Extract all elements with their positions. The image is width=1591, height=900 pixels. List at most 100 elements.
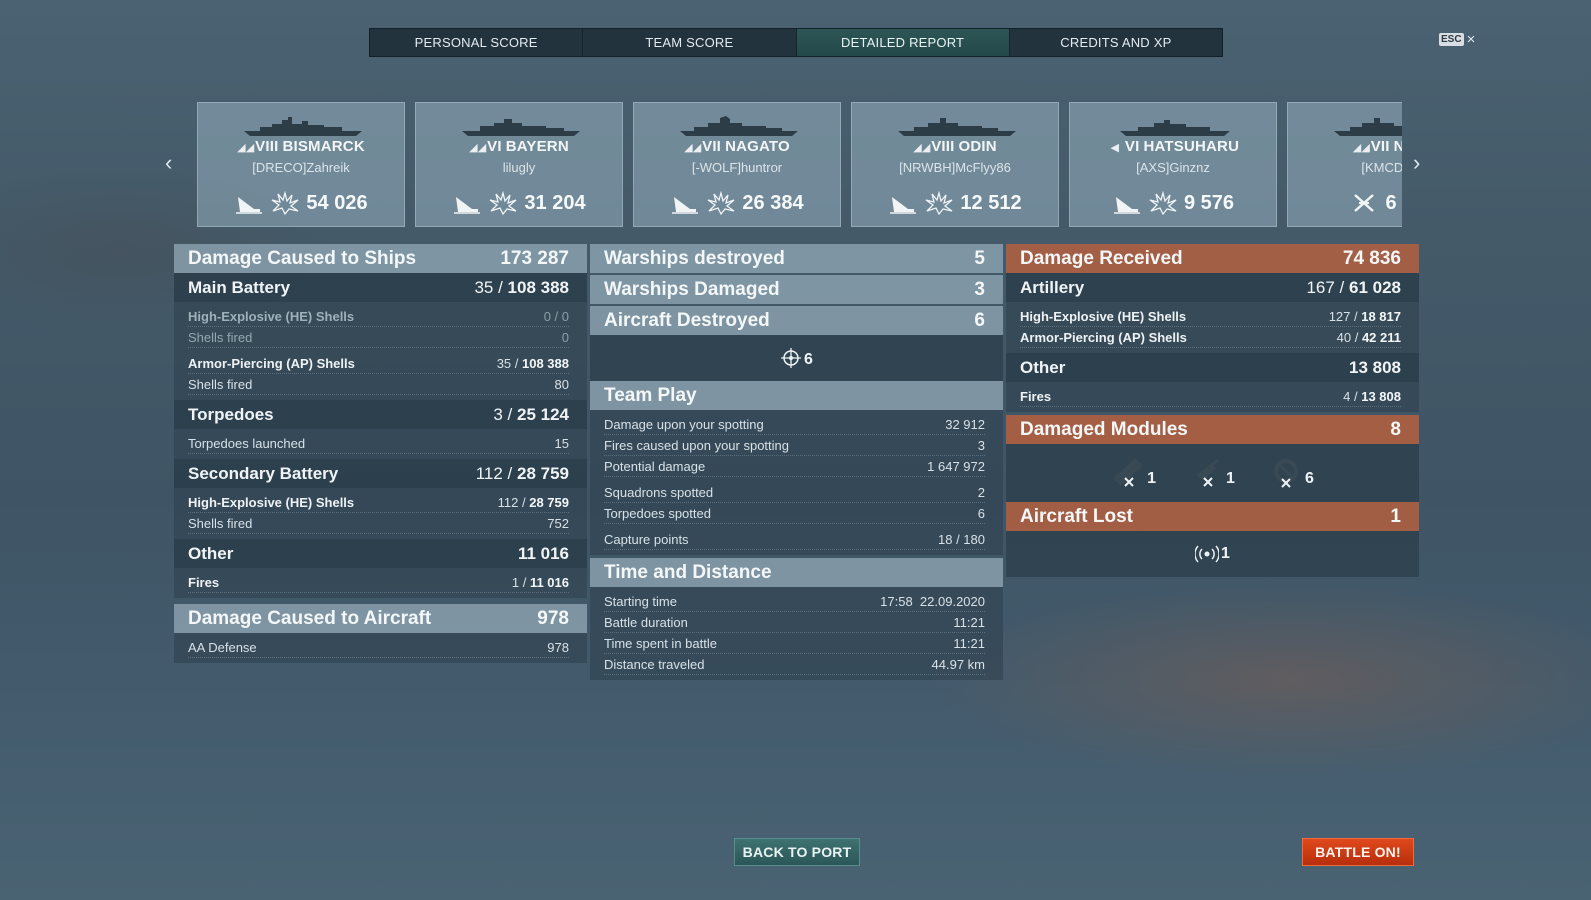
aa-mount-icon bbox=[1273, 459, 1298, 488]
ship-silhouette-icon bbox=[1334, 118, 1402, 136]
ship-name: ◢◢VI BAYERN bbox=[469, 138, 569, 155]
damage-burst-icon bbox=[926, 191, 953, 215]
warships-damaged-header: Warships Damaged 3 bbox=[590, 275, 1003, 304]
ship-stats: 12 512 bbox=[852, 191, 1058, 215]
stat-row: Torpedoes launched 15 bbox=[188, 433, 569, 454]
warships-destroyed-header: Warships destroyed 5 bbox=[590, 244, 1003, 273]
damage-received-column: Damage Received 74 836 Artillery 167 / 6… bbox=[1006, 244, 1419, 577]
ship-stats: 31 204 bbox=[416, 191, 622, 215]
tab-team-score[interactable]: TEAM SCORE bbox=[583, 29, 797, 56]
stat-row: Potential damage 1 647 972 bbox=[604, 456, 985, 477]
ship-sunk-icon bbox=[1113, 197, 1140, 214]
ship-card[interactable]: ◀ VI HATSUHARU [AXS]Ginznz 9 576 bbox=[1069, 102, 1277, 227]
section-value: 5 bbox=[974, 247, 985, 269]
aa-details: AA Defense 978 bbox=[174, 633, 587, 663]
section-title: Damage Caused to Ships bbox=[188, 247, 417, 269]
stat-row: High-Explosive (HE) Shells 127 / 18 817 bbox=[1020, 306, 1401, 327]
section-title: Warships Damaged bbox=[604, 278, 780, 300]
secondary-details: High-Explosive (HE) Shells 112 / 28 759 S… bbox=[174, 488, 587, 539]
stat-row: Battle duration 11:21 bbox=[604, 612, 985, 633]
section-value: 173 287 bbox=[500, 247, 569, 269]
report-tabs: PERSONAL SCORE TEAM SCORE DETAILED REPOR… bbox=[369, 28, 1223, 57]
subsection-value: 13 808 bbox=[1349, 357, 1401, 377]
kills-teamplay-column: Warships destroyed 5 Warships Damaged 3 … bbox=[590, 244, 1003, 680]
aa-kill-stat: 6 bbox=[780, 347, 813, 369]
ship-silhouette-icon bbox=[680, 116, 798, 136]
ship-stats: 26 384 bbox=[634, 191, 840, 215]
aircraft-destroyed-header: Aircraft Destroyed 6 bbox=[590, 306, 1003, 335]
battleship-class-icon: ◢◢ bbox=[237, 142, 255, 154]
damage-ships-header: Damage Caused to Ships 173 287 bbox=[174, 244, 587, 273]
subsection-value: 11 016 bbox=[517, 543, 569, 563]
battleship-class-icon: ◢◢ bbox=[469, 142, 487, 154]
turret-icon bbox=[1196, 458, 1219, 487]
time-distance-header: Time and Distance bbox=[590, 558, 1003, 587]
close-icon: × bbox=[1466, 31, 1476, 48]
stat-row: High-Explosive (HE) Shells 112 / 28 759 bbox=[188, 492, 569, 513]
carousel-prev-icon[interactable]: ‹ bbox=[165, 150, 172, 176]
section-title: Team Play bbox=[604, 384, 697, 406]
section-title: Aircraft Destroyed bbox=[604, 309, 770, 331]
section-title: Time and Distance bbox=[604, 561, 772, 583]
secondary-battery-header: Secondary Battery 112 / 28 759 bbox=[174, 459, 587, 488]
ship-card[interactable]: ◢◢VIII BISMARCK [DRECO]Zahreik 54 026 bbox=[197, 102, 405, 227]
stat-row: AA Defense 978 bbox=[188, 637, 569, 658]
section-title: Warships destroyed bbox=[604, 247, 785, 269]
back-to-port-button[interactable]: BACK TO PORT bbox=[734, 838, 860, 866]
player-name: lilugly bbox=[502, 160, 536, 175]
stat-row: Fires 1 / 11 016 bbox=[188, 572, 569, 593]
ship-card[interactable]: ◢◢VIII ODIN [NRWBH]McFlyy86 12 512 bbox=[851, 102, 1059, 227]
stat-row: Shells fired 0 bbox=[188, 327, 569, 348]
damage-received-header: Damage Received 74 836 bbox=[1006, 244, 1419, 273]
stat-row: Fires 4 / 13 808 bbox=[1020, 386, 1401, 407]
ship-name: ◢◢VIINEW bbox=[1352, 138, 1402, 155]
subsection-value: 112 / 28 759 bbox=[475, 463, 569, 483]
destroyer-class-icon: ◀ bbox=[1110, 142, 1120, 154]
ship-score: 26 384 bbox=[742, 191, 804, 214]
subsection-title: Secondary Battery bbox=[188, 463, 339, 483]
ship-card[interactable]: ◢◢VIINEW [KMCD]Jir 6 bbox=[1287, 102, 1402, 227]
module-stat: 1 bbox=[1190, 458, 1235, 488]
subsection-value: 167 / 61 028 bbox=[1306, 277, 1401, 297]
ship-name: ◢◢VIII BISMARCK bbox=[237, 138, 365, 155]
ship-silhouette-icon bbox=[1120, 120, 1230, 136]
ship-card[interactable]: ◢◢VI BAYERN lilugly 31 204 bbox=[415, 102, 623, 227]
radio-signal-icon bbox=[1195, 545, 1220, 563]
subsection-value: 35 / 108 388 bbox=[474, 277, 569, 297]
damage-caused-column: Damage Caused to Ships 173 287 Main Batt… bbox=[174, 244, 587, 663]
received-other-details: Fires 4 / 13 808 bbox=[1006, 382, 1419, 412]
ship-score: 54 026 bbox=[306, 191, 368, 214]
damage-burst-icon bbox=[708, 191, 735, 215]
section-value: 6 bbox=[974, 309, 985, 331]
received-other-header: Other 13 808 bbox=[1006, 353, 1419, 382]
tab-personal-score[interactable]: PERSONAL SCORE bbox=[370, 29, 584, 56]
player-name: [DRECO]Zahreik bbox=[252, 160, 350, 175]
player-name: [-WOLF]huntror bbox=[691, 160, 783, 175]
section-value: 8 bbox=[1390, 418, 1401, 440]
carousel-next-icon[interactable]: › bbox=[1413, 150, 1420, 176]
ship-stats: 54 026 bbox=[198, 191, 404, 215]
crosshair-icon bbox=[781, 348, 802, 368]
ship-carousel: ◢◢VIII BISMARCK [DRECO]Zahreik 54 026 ◢◢V… bbox=[197, 102, 1402, 227]
torpedoes-header: Torpedoes 3 / 25 124 bbox=[174, 400, 587, 429]
stat-row: Shells fired 752 bbox=[188, 513, 569, 534]
close-button[interactable]: ESC × bbox=[1439, 31, 1475, 48]
ship-name: ◢◢VIII ODIN bbox=[913, 138, 997, 155]
tab-credits-and-xp[interactable]: CREDITS AND XP bbox=[1010, 29, 1222, 56]
ship-silhouette-icon bbox=[462, 119, 580, 136]
other-details: Fires 1 / 11 016 bbox=[174, 568, 587, 598]
stat-row: Torpedoes spotted 6 bbox=[604, 503, 985, 524]
aircraft-lost-stat: 1 bbox=[1195, 545, 1230, 563]
section-value: 978 bbox=[537, 607, 569, 629]
player-name: [AXS]Ginznz bbox=[1136, 160, 1210, 175]
battleship-class-icon: ◢◢ bbox=[684, 142, 702, 154]
ship-card[interactable]: ◢◢VII NAGATO [-WOLF]huntror 26 384 bbox=[633, 102, 841, 227]
battle-on-button[interactable]: BATTLE ON! bbox=[1302, 838, 1414, 866]
ship-stats: 6 bbox=[1288, 191, 1402, 215]
module-stat: 6 bbox=[1269, 458, 1314, 488]
damaged-modules-icons: 1 1 6 bbox=[1006, 444, 1419, 502]
subsection-value: 3 / 25 124 bbox=[493, 404, 569, 424]
main-battery-details: High-Explosive (HE) Shells 0 / 0 Shells f… bbox=[174, 302, 587, 400]
damage-burst-icon bbox=[272, 191, 299, 215]
tab-detailed-report[interactable]: DETAILED REPORT bbox=[796, 29, 1010, 56]
